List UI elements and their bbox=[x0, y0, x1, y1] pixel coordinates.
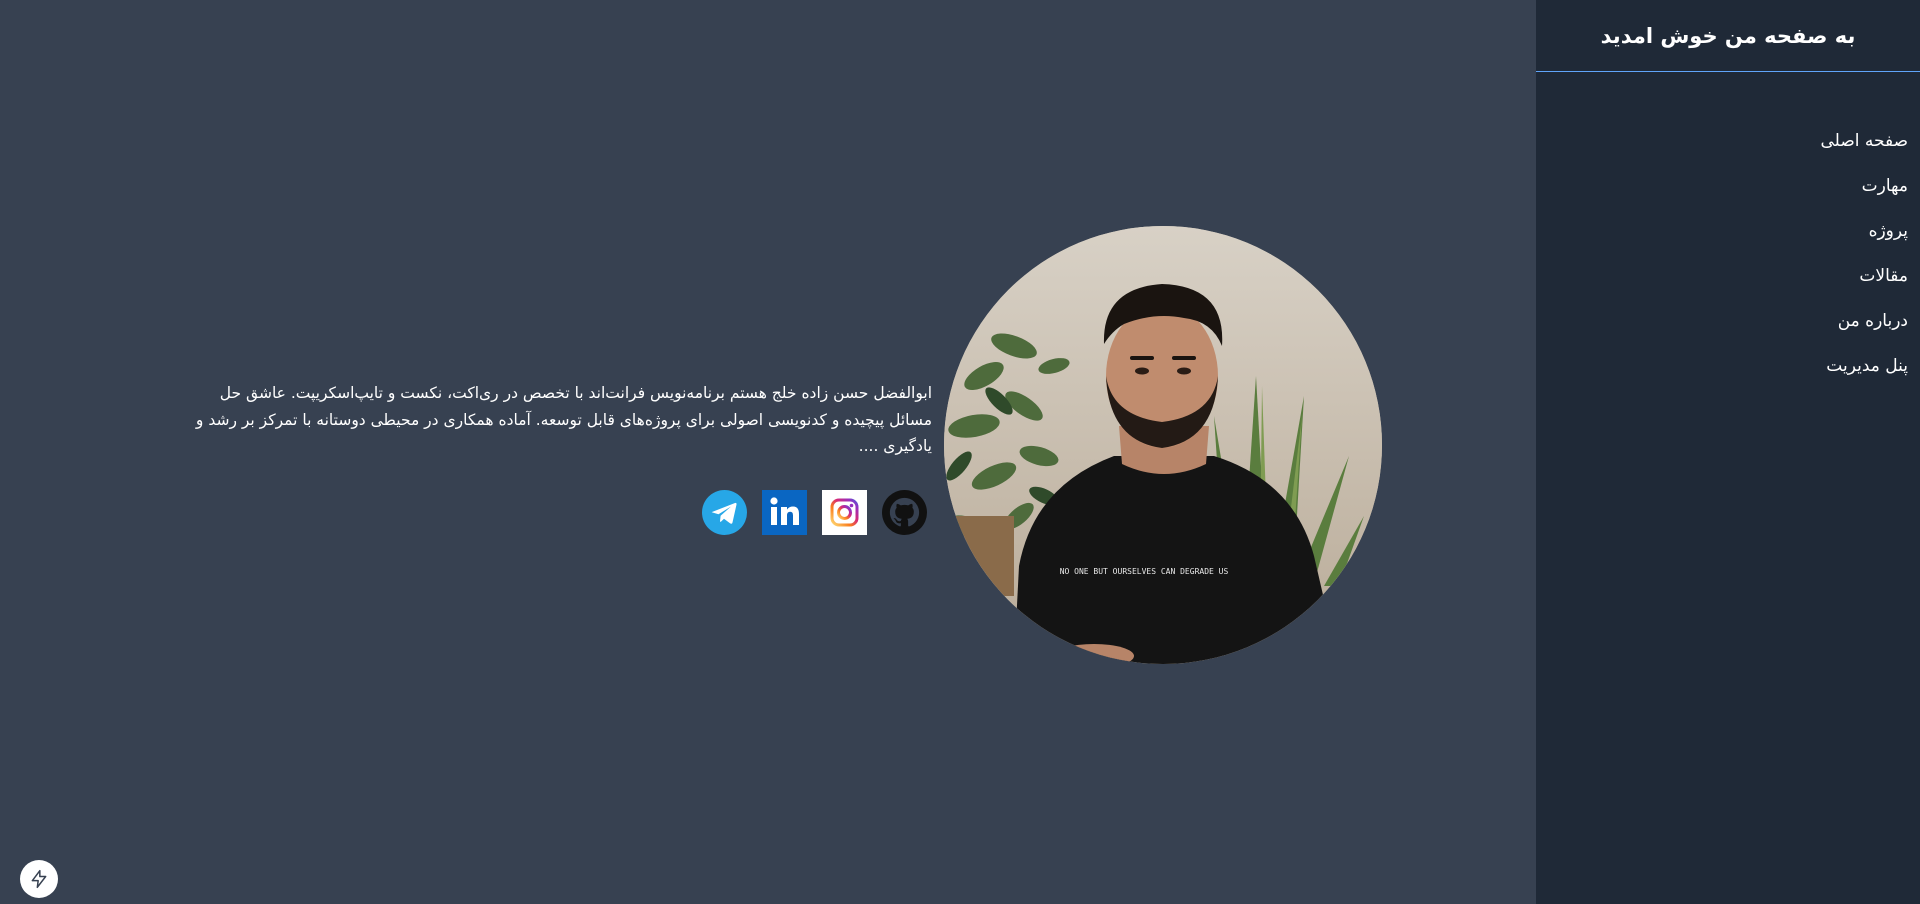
sidebar-item-admin-panel[interactable]: پنل مدیریت bbox=[1536, 351, 1908, 396]
page: NO ONE BUT OURSELVES CAN DEGRADE US ابوا… bbox=[0, 0, 1920, 904]
linkedin-icon bbox=[762, 490, 807, 535]
instagram-icon bbox=[822, 490, 867, 535]
sidebar-title: به صفحه من خوش امدید bbox=[1600, 23, 1856, 48]
sidebar-item-about[interactable]: درباره من bbox=[1536, 306, 1908, 351]
sidebar-item-projects[interactable]: پروژه bbox=[1536, 216, 1908, 261]
social-links bbox=[702, 490, 927, 535]
profile-photo: NO ONE BUT OURSELVES CAN DEGRADE US bbox=[944, 226, 1382, 664]
sidebar-item-articles[interactable]: مقالات bbox=[1536, 261, 1908, 306]
sidebar-header: به صفحه من خوش امدید bbox=[1536, 0, 1920, 72]
instagram-link[interactable] bbox=[822, 490, 867, 535]
corner-badge-button[interactable] bbox=[20, 860, 58, 898]
sidebar: به صفحه من خوش امدید صفحه اصلی مهارت پرو… bbox=[1536, 0, 1920, 904]
telegram-link[interactable] bbox=[702, 490, 747, 535]
github-icon bbox=[882, 490, 927, 535]
profile-photo-illustration: NO ONE BUT OURSELVES CAN DEGRADE US bbox=[944, 226, 1382, 664]
telegram-icon bbox=[702, 490, 747, 535]
linkedin-link[interactable] bbox=[762, 490, 807, 535]
github-link[interactable] bbox=[882, 490, 927, 535]
lightning-icon bbox=[31, 869, 47, 889]
sidebar-item-skills[interactable]: مهارت bbox=[1536, 171, 1908, 216]
main-content: NO ONE BUT OURSELVES CAN DEGRADE US ابوا… bbox=[0, 0, 1536, 904]
sidebar-item-home[interactable]: صفحه اصلی bbox=[1536, 126, 1908, 171]
tshirt-print: NO ONE BUT OURSELVES CAN DEGRADE US bbox=[1060, 567, 1229, 576]
intro-text: ابوالفضل حسن زاده خلج هستم برنامه‌نویس ف… bbox=[195, 384, 932, 455]
sidebar-nav: صفحه اصلی مهارت پروژه مقالات درباره من پ… bbox=[1536, 72, 1920, 396]
